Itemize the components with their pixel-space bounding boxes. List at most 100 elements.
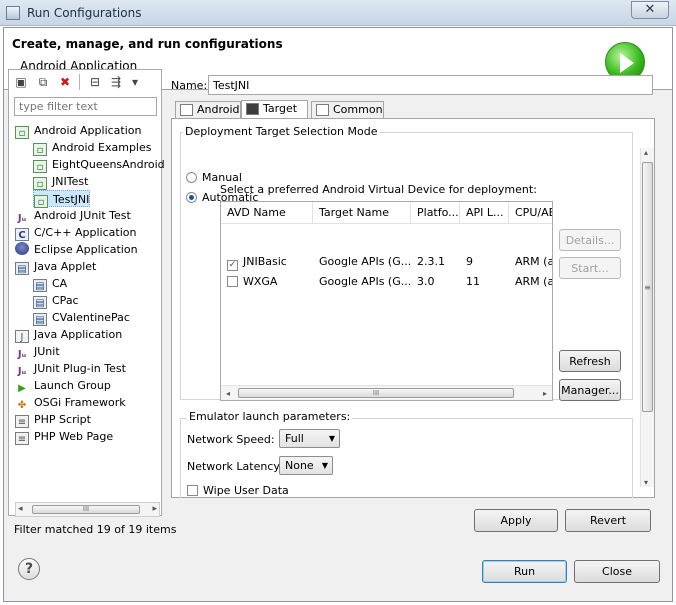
- apply-button[interactable]: Apply: [474, 509, 558, 532]
- tab-common[interactable]: Common: [311, 101, 384, 119]
- tree-item-label: Android JUnit Test: [34, 209, 131, 222]
- scroll-right-arrow-icon[interactable]: ▸: [152, 503, 157, 516]
- window-app-icon: [6, 6, 20, 20]
- collapse-all-icon[interactable]: ⊟: [87, 74, 103, 90]
- tab-common-label: Common: [333, 103, 383, 116]
- revert-button[interactable]: Revert: [565, 509, 651, 532]
- column-header-target-name[interactable]: Target Name: [313, 202, 411, 224]
- network-latency-label: Network Latency:: [187, 460, 283, 473]
- tree-item[interactable]: ≡ PHP Web Page: [15, 428, 113, 445]
- column-header-api-level[interactable]: API L...: [460, 202, 509, 224]
- column-header-cpu-abi[interactable]: CPU/ABI: [509, 202, 552, 224]
- delete-icon[interactable]: ✖: [57, 74, 73, 90]
- tree-item[interactable]: Eclipse Application: [15, 241, 138, 258]
- start-button[interactable]: Start...: [559, 257, 621, 279]
- scroll-thumb[interactable]: III: [238, 388, 514, 398]
- tree-item-label: Eclipse Application: [34, 243, 138, 256]
- avd-name-cell: ✓ JNIBasic: [221, 252, 313, 271]
- avd-checkbox[interactable]: [227, 276, 238, 287]
- tree-item[interactable]: J Java Application: [15, 326, 122, 343]
- avd-name-text: WXGA: [243, 275, 278, 288]
- tab-target[interactable]: Target: [241, 100, 308, 120]
- automatic-radio[interactable]: [186, 192, 197, 203]
- avd-table-horizontal-scrollbar[interactable]: ◂ III ▸: [221, 385, 552, 400]
- tree-item-label: JUnit: [34, 345, 60, 358]
- scroll-thumb[interactable]: III: [32, 505, 140, 514]
- tree-item[interactable]: Jᵤ Android JUnit Test: [15, 207, 131, 224]
- c-config-icon: C: [15, 228, 29, 241]
- manager-button[interactable]: Manager...: [559, 379, 621, 401]
- tab-android[interactable]: Android: [175, 101, 241, 119]
- tree-item[interactable]: ▫ TestJNI: [33, 190, 91, 208]
- wipe-user-data-row[interactable]: Wipe User Data: [187, 484, 289, 497]
- php-config-icon: ≡: [15, 415, 29, 428]
- filter-input[interactable]: [14, 97, 157, 116]
- tab-android-label: Android: [197, 103, 240, 116]
- platform-cell: 2.3.1: [417, 255, 445, 268]
- network-speed-value: Full: [285, 432, 304, 445]
- run-button[interactable]: Run: [482, 560, 567, 583]
- duplicate-icon[interactable]: ⧉: [35, 74, 51, 90]
- tab-pane-vertical-scrollbar[interactable]: ▴ ≡ ▾: [640, 148, 654, 487]
- network-latency-value: None: [285, 459, 314, 472]
- view-menu-icon[interactable]: ▾: [127, 74, 143, 90]
- scroll-right-arrow-icon[interactable]: ▸: [543, 386, 547, 400]
- tree-item[interactable]: ▶ Launch Group: [15, 377, 111, 394]
- scroll-up-arrow-icon[interactable]: ▴: [644, 148, 648, 157]
- configuration-toolbar: ▣ ⧉ ✖ ⊟ ⇶ ▾: [9, 70, 161, 94]
- php-config-icon: ≡: [15, 432, 29, 445]
- scroll-left-arrow-icon[interactable]: ◂: [18, 503, 23, 516]
- scroll-left-arrow-icon[interactable]: ◂: [226, 386, 230, 400]
- network-speed-select[interactable]: Full ▼: [279, 429, 340, 448]
- details-button[interactable]: Details...: [559, 229, 621, 251]
- applet-config-icon: ▤: [33, 296, 47, 309]
- close-button[interactable]: Close: [574, 560, 660, 583]
- help-icon[interactable]: ?: [18, 558, 40, 580]
- new-configuration-icon[interactable]: ▣: [13, 74, 29, 90]
- android-tab-icon: [180, 104, 193, 116]
- tree-item[interactable]: ▫ JNITest: [33, 173, 88, 190]
- column-header-avd-name[interactable]: AVD Name: [221, 202, 313, 224]
- tree-item[interactable]: ≡ PHP Script: [15, 411, 91, 428]
- refresh-button[interactable]: Refresh: [559, 350, 621, 372]
- window-titlebar: Run Configurations ✕: [0, 0, 676, 26]
- tree-item-label: PHP Script: [34, 413, 91, 426]
- tree-item[interactable]: ▤ CA: [33, 275, 67, 292]
- tree-item[interactable]: ▤ CValentinePac: [33, 309, 130, 326]
- header-title: Create, manage, and run configurations: [12, 37, 283, 51]
- tree-item-label: CPac: [52, 294, 79, 307]
- toolbar-separator: [79, 74, 80, 90]
- api-level-cell: 9: [466, 255, 473, 268]
- tree-item[interactable]: ▫ Android Examples: [33, 139, 151, 156]
- cpu-abi-cell: ARM (armeabi): [515, 255, 552, 268]
- scroll-down-arrow-icon[interactable]: ▾: [644, 478, 648, 487]
- tree-item[interactable]: ▫ Android Application: [15, 122, 142, 139]
- tree-item[interactable]: ▫ EightQueensAndroid: [33, 156, 165, 173]
- tree-item[interactable]: ▤ CPac: [33, 292, 79, 309]
- network-latency-select[interactable]: None ▼: [279, 456, 333, 475]
- tree-horizontal-scrollbar[interactable]: ◂ III ▸: [15, 502, 160, 517]
- cpu-abi-cell: ARM (armeabi): [515, 275, 552, 288]
- avd-table: AVD Name Target Name Platfo... API L... …: [220, 201, 553, 401]
- tree-item-label: Android Application: [34, 124, 142, 137]
- applet-config-icon: ▤: [15, 262, 29, 275]
- tree-item[interactable]: Jᵤ JUnit Plug-in Test: [15, 360, 126, 377]
- wipe-user-data-checkbox[interactable]: [187, 485, 198, 496]
- tree-item[interactable]: Jᵤ JUnit: [15, 343, 60, 360]
- tree-item-label: OSGi Framework: [34, 396, 126, 409]
- filter-icon[interactable]: ⇶: [108, 74, 124, 90]
- deployment-group-label: Deployment Target Selection Mode: [183, 125, 380, 138]
- avd-checkbox[interactable]: ✓: [227, 260, 238, 271]
- column-header-platform[interactable]: Platfo...: [411, 202, 460, 224]
- tree-item[interactable]: ✤ OSGi Framework: [15, 394, 126, 411]
- target-name-cell: Google APIs (G...: [319, 255, 411, 268]
- window-close-button[interactable]: ✕: [631, 1, 669, 19]
- name-input[interactable]: [208, 75, 653, 95]
- manual-radio[interactable]: [186, 172, 197, 183]
- emulator-group-label: Emulator launch parameters:: [187, 410, 353, 423]
- tree-item[interactable]: ▤ Java Applet: [15, 258, 96, 275]
- api-level-cell: 11: [466, 275, 480, 288]
- tree-item[interactable]: C C/C++ Application: [15, 224, 136, 241]
- scroll-thumb[interactable]: ≡: [642, 162, 653, 412]
- app-config-icon: ▫: [33, 177, 47, 190]
